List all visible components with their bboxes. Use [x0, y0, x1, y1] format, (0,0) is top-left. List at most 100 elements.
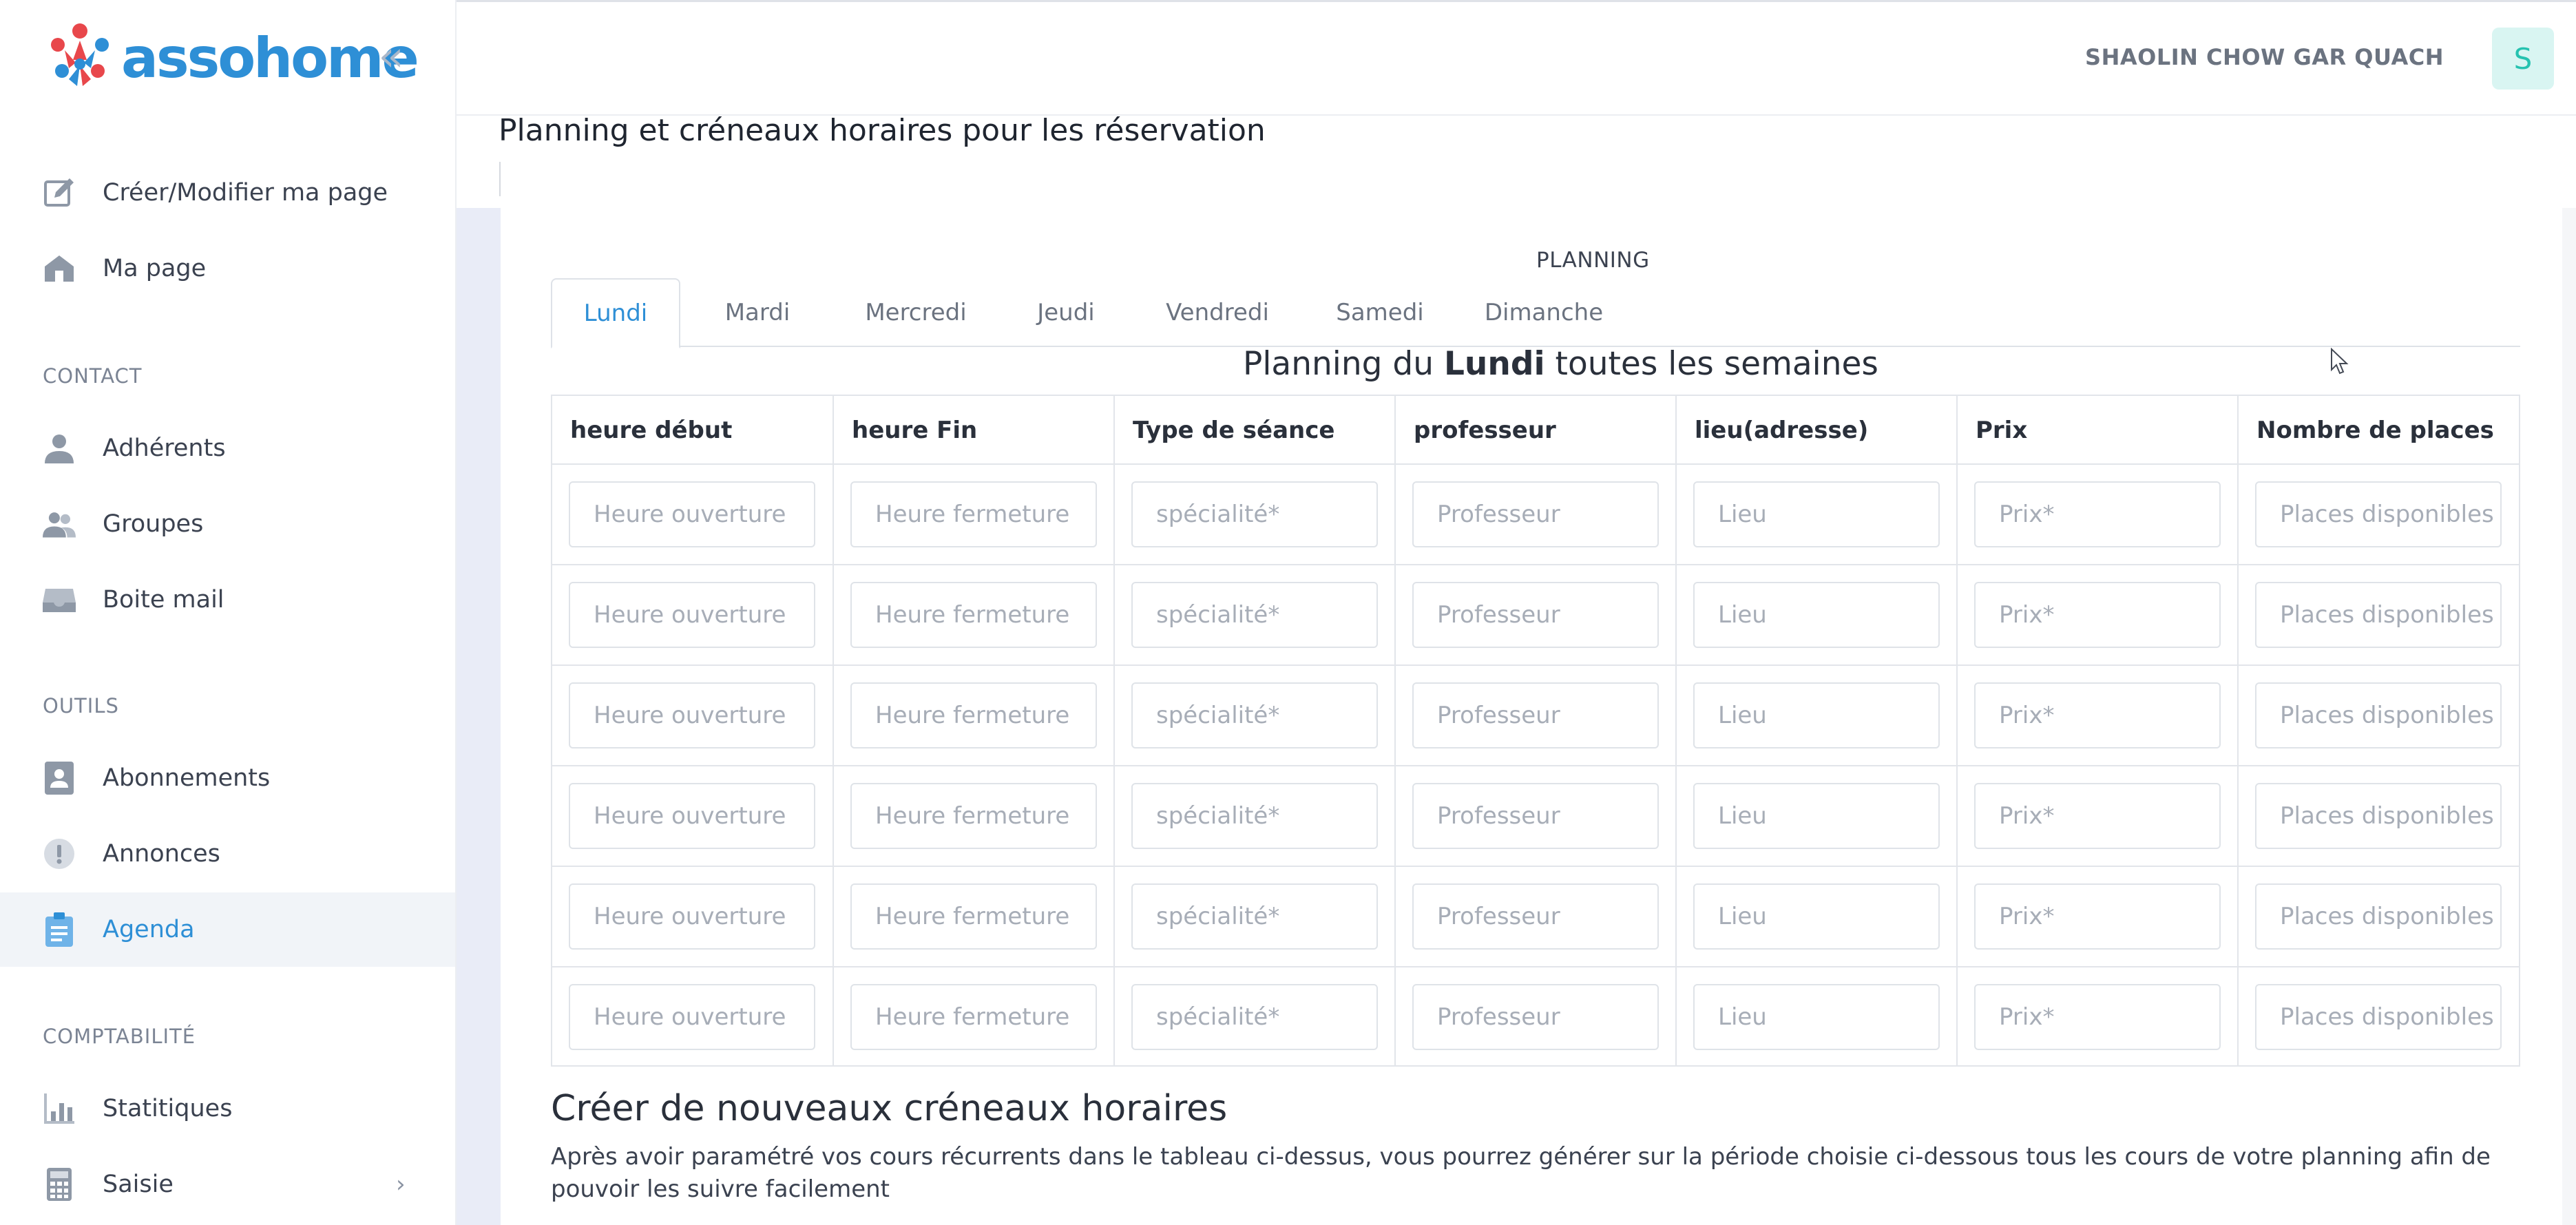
- bar-chart-icon: [43, 1092, 76, 1125]
- row-divider: [552, 866, 2519, 867]
- session-type-input[interactable]: spécialité*: [1131, 883, 1378, 950]
- sidebar-item-subscriptions[interactable]: Abonnements: [0, 741, 455, 815]
- price-input[interactable]: Prix*: [1974, 783, 2221, 849]
- column-header-teacher: professeur: [1396, 396, 1677, 465]
- price-input[interactable]: Prix*: [1974, 582, 2221, 648]
- users-icon: [43, 507, 76, 541]
- row-divider: [552, 966, 2519, 967]
- end-time-input[interactable]: Heure fermeture: [850, 984, 1097, 1050]
- tab-vendredi[interactable]: Vendredi: [1140, 278, 1295, 347]
- places-input[interactable]: Places disponibles: [2255, 783, 2502, 849]
- places-input[interactable]: Places disponibles: [2255, 883, 2502, 950]
- places-input[interactable]: Places disponibles: [2255, 582, 2502, 648]
- end-time-input[interactable]: Heure fermeture: [850, 783, 1097, 849]
- teacher-input[interactable]: Professeur: [1412, 883, 1659, 950]
- planning-heading: Planning du Lundi toutes les semaines: [1243, 345, 1878, 383]
- sidebar-item-announcements[interactable]: Annonces: [0, 817, 455, 891]
- price-input[interactable]: Prix*: [1974, 883, 2221, 950]
- session-type-input[interactable]: spécialité*: [1131, 481, 1378, 547]
- start-time-input[interactable]: Heure ouverture: [569, 883, 815, 950]
- tab-mercredi[interactable]: Mercredi: [840, 278, 992, 347]
- session-type-input[interactable]: spécialité*: [1131, 682, 1378, 748]
- row-divider: [552, 765, 2519, 766]
- session-type-input[interactable]: spécialité*: [1131, 582, 1378, 648]
- avatar[interactable]: S: [2492, 28, 2554, 90]
- row-divider: [552, 664, 2519, 666]
- tab-mardi[interactable]: Mardi: [697, 278, 818, 347]
- location-input[interactable]: Lieu: [1693, 883, 1940, 950]
- start-time-input[interactable]: Heure ouverture: [569, 481, 815, 547]
- location-input[interactable]: Lieu: [1693, 783, 1940, 849]
- places-input[interactable]: Places disponibles: [2255, 682, 2502, 748]
- sidebar-item-statistics[interactable]: Statitiques: [0, 1071, 455, 1146]
- sidebar-item-label: Boite mail: [103, 586, 224, 614]
- start-time-input[interactable]: Heure ouverture: [569, 783, 815, 849]
- heading-suffix: toutes les semaines: [1544, 345, 1878, 383]
- sidebar-item-mailbox[interactable]: Boite mail: [0, 563, 455, 637]
- column-header-type: Type de séance: [1115, 396, 1396, 465]
- section-title-contact: CONTACT: [43, 364, 143, 388]
- sidebar-item-label: Créer/Modifier ma page: [103, 179, 388, 207]
- sidebar-item-label: Abonnements: [103, 764, 271, 792]
- sidebar-item-my-page[interactable]: Ma page: [0, 231, 455, 306]
- chevron-right-icon: ›: [396, 1171, 406, 1198]
- home-icon: [43, 252, 76, 285]
- teacher-input[interactable]: Professeur: [1412, 783, 1659, 849]
- column-header-places: Nombre de places: [2256, 417, 2494, 444]
- location-input[interactable]: Lieu: [1693, 481, 1940, 547]
- column-divider: [1394, 396, 1396, 1065]
- start-time-input[interactable]: Heure ouverture: [569, 682, 815, 748]
- inbox-icon: [43, 583, 76, 616]
- clipboard-icon: [43, 912, 76, 947]
- tab-samedi[interactable]: Samedi: [1317, 278, 1443, 347]
- teacher-input[interactable]: Professeur: [1412, 582, 1659, 648]
- location-input[interactable]: Lieu: [1693, 682, 1940, 748]
- user-name[interactable]: SHAOLIN CHOW GAR QUACH: [2085, 44, 2444, 70]
- end-time-input[interactable]: Heure fermeture: [850, 682, 1097, 748]
- session-type-input[interactable]: spécialité*: [1131, 984, 1378, 1050]
- heading-day: Lundi: [1443, 345, 1545, 383]
- sidebar-item-agenda[interactable]: Agenda: [0, 892, 455, 967]
- sidebar-item-members[interactable]: Adhérents: [0, 411, 455, 485]
- content-gutter: [457, 208, 501, 1225]
- location-input[interactable]: Lieu: [1693, 582, 1940, 648]
- tab-lundi[interactable]: Lundi: [551, 278, 680, 348]
- sidebar-item-label: Statitiques: [103, 1095, 233, 1122]
- collapse-sidebar-button[interactable]: «: [370, 36, 412, 77]
- sidebar-item-groups[interactable]: Groupes: [0, 487, 455, 561]
- tab-dimanche[interactable]: Dimanche: [1465, 278, 1622, 347]
- heading-prefix: Planning du: [1243, 345, 1444, 383]
- places-input[interactable]: Places disponibles: [2255, 984, 2502, 1050]
- planning-table: heure début heure Fin Type de séance pro…: [551, 395, 2520, 1067]
- sidebar-item-entry[interactable]: Saisie ›: [0, 1147, 455, 1222]
- column-divider: [833, 396, 834, 1065]
- sidebar-item-create-page[interactable]: Créer/Modifier ma page: [0, 156, 455, 230]
- price-input[interactable]: Prix*: [1974, 481, 2221, 547]
- calculator-icon: [43, 1168, 76, 1201]
- price-input[interactable]: Prix*: [1974, 984, 2221, 1050]
- location-input[interactable]: Lieu: [1693, 984, 1940, 1050]
- price-input[interactable]: Prix*: [1974, 682, 2221, 748]
- column-divider: [1113, 396, 1115, 1065]
- column-header-price: Prix: [1958, 396, 2239, 465]
- start-time-input[interactable]: Heure ouverture: [569, 582, 815, 648]
- row-divider: [552, 463, 2519, 465]
- sidebar: assohome « Créer/Modifier ma page Ma pag…: [0, 0, 457, 1225]
- teacher-input[interactable]: Professeur: [1412, 481, 1659, 547]
- mouse-cursor-icon: [2331, 348, 2349, 375]
- assohome-logo[interactable]: assohome: [41, 17, 419, 99]
- section-title-tools: OUTILS: [43, 694, 119, 718]
- sidebar-item-label: Ma page: [103, 255, 207, 282]
- start-time-input[interactable]: Heure ouverture: [569, 984, 815, 1050]
- teacher-input[interactable]: Professeur: [1412, 682, 1659, 748]
- session-type-input[interactable]: spécialité*: [1131, 783, 1378, 849]
- teacher-input[interactable]: Professeur: [1412, 984, 1659, 1050]
- places-input[interactable]: Places disponibles: [2255, 481, 2502, 547]
- edit-icon: [43, 176, 76, 209]
- end-time-input[interactable]: Heure fermeture: [850, 883, 1097, 950]
- planning-label: PLANNING: [1536, 248, 1650, 273]
- end-time-input[interactable]: Heure fermeture: [850, 582, 1097, 648]
- sidebar-item-label: Adhérents: [103, 434, 226, 462]
- end-time-input[interactable]: Heure fermeture: [850, 481, 1097, 547]
- tab-jeudi[interactable]: Jeudi: [1014, 278, 1118, 347]
